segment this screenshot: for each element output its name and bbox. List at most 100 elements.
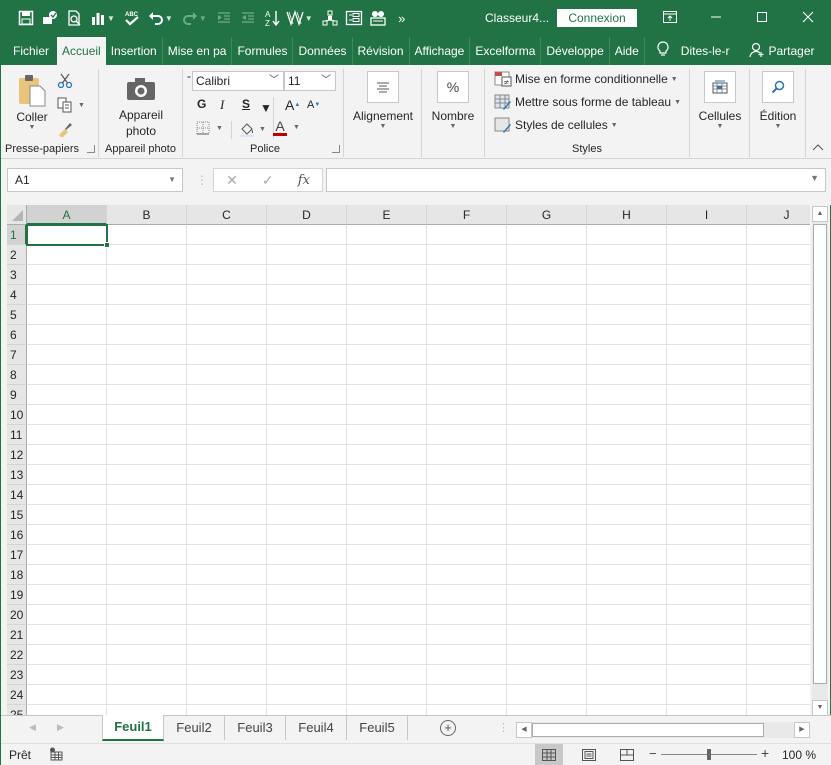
fill-color-button[interactable]: ▼ bbox=[239, 121, 266, 137]
tab-excelforma[interactable]: Excelforma bbox=[470, 37, 542, 65]
page-layout-view-button[interactable] bbox=[575, 744, 603, 765]
column-header-b[interactable]: B bbox=[107, 205, 187, 225]
row-header-13[interactable]: 13 bbox=[7, 465, 27, 485]
fill-handle[interactable] bbox=[104, 242, 110, 248]
tab-donnees[interactable]: Données bbox=[293, 37, 353, 65]
borders-button[interactable]: ▼ bbox=[196, 121, 223, 135]
zoom-slider-thumb[interactable] bbox=[707, 749, 711, 760]
chart-icon[interactable] bbox=[87, 7, 109, 29]
select-all-button[interactable] bbox=[7, 205, 27, 225]
previous-sheet-icon[interactable]: ◀ bbox=[29, 722, 36, 733]
shrink-font-button[interactable]: A ▼ bbox=[307, 99, 320, 111]
chart-dropdown-icon[interactable]: ▼ bbox=[107, 14, 115, 23]
alignment-button[interactable]: Alignement ▼ bbox=[348, 71, 418, 130]
tab-scroll-splitter[interactable]: ⋮ bbox=[498, 721, 509, 734]
scroll-right-icon[interactable]: ▶ bbox=[794, 722, 810, 738]
row-header-24[interactable]: 24 bbox=[7, 685, 27, 705]
tab-fichier[interactable]: Fichier bbox=[1, 37, 57, 65]
zoom-in-button[interactable]: + bbox=[761, 745, 769, 761]
column-header-d[interactable]: D bbox=[267, 205, 347, 225]
insert-function-icon[interactable]: fx bbox=[298, 173, 310, 188]
normal-view-button[interactable] bbox=[535, 744, 563, 765]
underline-dropdown-icon[interactable]: ▼ bbox=[260, 101, 272, 115]
horizontal-scrollbar[interactable]: ◀ ▶ bbox=[516, 722, 810, 738]
column-header-g[interactable]: G bbox=[507, 205, 587, 225]
horizontal-scroll-thumb[interactable] bbox=[532, 723, 764, 737]
touch-mode-icon[interactable] bbox=[39, 7, 61, 29]
format-as-table-button[interactable]: Mettre sous forme de tableau ▼ bbox=[494, 94, 681, 110]
underline-button[interactable]: S bbox=[242, 97, 250, 111]
row-header-21[interactable]: 21 bbox=[7, 625, 27, 645]
row-header-25[interactable]: 25 bbox=[7, 705, 27, 715]
maximize-button[interactable] bbox=[739, 1, 785, 33]
editing-button[interactable]: Édition ▼ bbox=[752, 71, 804, 130]
more-commands-icon[interactable]: » bbox=[391, 7, 413, 29]
format-painter-button[interactable] bbox=[57, 121, 73, 137]
tab-aide[interactable]: Aide bbox=[610, 37, 645, 65]
add-sheet-icon[interactable]: + bbox=[440, 720, 456, 736]
vertical-scroll-thumb[interactable] bbox=[813, 224, 827, 684]
row-header-17[interactable]: 17 bbox=[7, 545, 27, 565]
number-button[interactable]: % Nombre ▼ bbox=[424, 71, 482, 130]
row-header-16[interactable]: 16 bbox=[7, 525, 27, 545]
fill-color-dropdown-icon[interactable]: ▼ bbox=[259, 126, 266, 133]
conditional-formatting-button[interactable]: ≠ Mise en forme conditionnelle ▼ bbox=[494, 71, 678, 87]
copy-button[interactable]: ▼ bbox=[57, 97, 85, 113]
row-header-15[interactable]: 15 bbox=[7, 505, 27, 525]
page-break-view-button[interactable] bbox=[613, 744, 641, 765]
vertical-scrollbar[interactable]: ▲ ▼ bbox=[812, 206, 828, 716]
sheet-tab-feuil3[interactable]: Feuil3 bbox=[225, 716, 286, 740]
next-sheet-icon[interactable]: ▶ bbox=[57, 722, 64, 733]
hierarchy-icon[interactable] bbox=[319, 7, 341, 29]
column-header-a[interactable]: A bbox=[27, 205, 107, 225]
paste-button[interactable]: Coller ▼ bbox=[9, 73, 55, 131]
sheet-tab-feuil4[interactable]: Feuil4 bbox=[286, 716, 347, 740]
row-header-7[interactable]: 7 bbox=[7, 345, 27, 365]
bold-button[interactable]: G bbox=[197, 97, 206, 111]
column-header-j[interactable]: J bbox=[747, 205, 810, 225]
close-button[interactable] bbox=[785, 1, 831, 33]
undo-dropdown-icon[interactable]: ▼ bbox=[165, 14, 173, 23]
sheet-tab-feuil1[interactable]: Feuil1 bbox=[102, 715, 164, 741]
tab-formules[interactable]: Formules bbox=[232, 37, 294, 65]
copy-dropdown-icon[interactable]: ▼ bbox=[78, 102, 85, 109]
save-icon[interactable] bbox=[15, 7, 37, 29]
row-header-1[interactable]: 1 bbox=[7, 225, 27, 245]
font-dialog-launcher[interactable] bbox=[332, 145, 340, 153]
ribbon-display-options-button[interactable] bbox=[647, 1, 693, 33]
camera-form-icon[interactable] bbox=[367, 7, 389, 29]
row-header-18[interactable]: 18 bbox=[7, 565, 27, 585]
tab-revision[interactable]: Révision bbox=[353, 37, 410, 65]
camera-button[interactable]: Appareil photo bbox=[109, 77, 173, 138]
font-name-select[interactable]: Calibri ﹀ bbox=[192, 71, 284, 91]
row-header-11[interactable]: 11 bbox=[7, 425, 27, 445]
clipboard-dialog-launcher[interactable] bbox=[87, 145, 95, 153]
row-header-12[interactable]: 12 bbox=[7, 445, 27, 465]
zoom-level[interactable]: 100 % bbox=[782, 748, 816, 762]
font-size-select[interactable]: 11 ﹀ bbox=[284, 71, 336, 91]
cell-area[interactable] bbox=[27, 225, 810, 715]
collapse-ribbon-icon[interactable] bbox=[812, 143, 824, 154]
paste-dropdown-icon[interactable]: ▼ bbox=[9, 124, 55, 131]
signin-button[interactable]: Connexion bbox=[557, 9, 637, 27]
zoom-out-button[interactable]: − bbox=[649, 746, 657, 761]
row-header-5[interactable]: 5 bbox=[7, 305, 27, 325]
name-box-dropdown-icon[interactable]: ▼ bbox=[168, 169, 176, 191]
column-header-c[interactable]: C bbox=[187, 205, 267, 225]
sheet-tab-feuil5[interactable]: Feuil5 bbox=[347, 716, 408, 740]
row-header-8[interactable]: 8 bbox=[7, 365, 27, 385]
spelling-icon[interactable]: ABC bbox=[121, 7, 143, 29]
row-header-2[interactable]: 2 bbox=[7, 245, 27, 265]
row-header-19[interactable]: 19 bbox=[7, 585, 27, 605]
grow-font-button[interactable]: A ▲ bbox=[285, 97, 300, 113]
font-color-dropdown-icon[interactable]: ▼ bbox=[293, 124, 300, 131]
expand-formula-bar-icon[interactable]: ▼ bbox=[810, 173, 819, 183]
column-header-h[interactable]: H bbox=[587, 205, 667, 225]
row-header-9[interactable]: 9 bbox=[7, 385, 27, 405]
active-cell-selection[interactable] bbox=[26, 224, 110, 248]
font-color-button[interactable]: A ▼ bbox=[273, 119, 300, 136]
row-header-4[interactable]: 4 bbox=[7, 285, 27, 305]
minimize-button[interactable] bbox=[693, 1, 739, 33]
row-header-23[interactable]: 23 bbox=[7, 665, 27, 685]
undo-icon[interactable] bbox=[145, 7, 167, 29]
